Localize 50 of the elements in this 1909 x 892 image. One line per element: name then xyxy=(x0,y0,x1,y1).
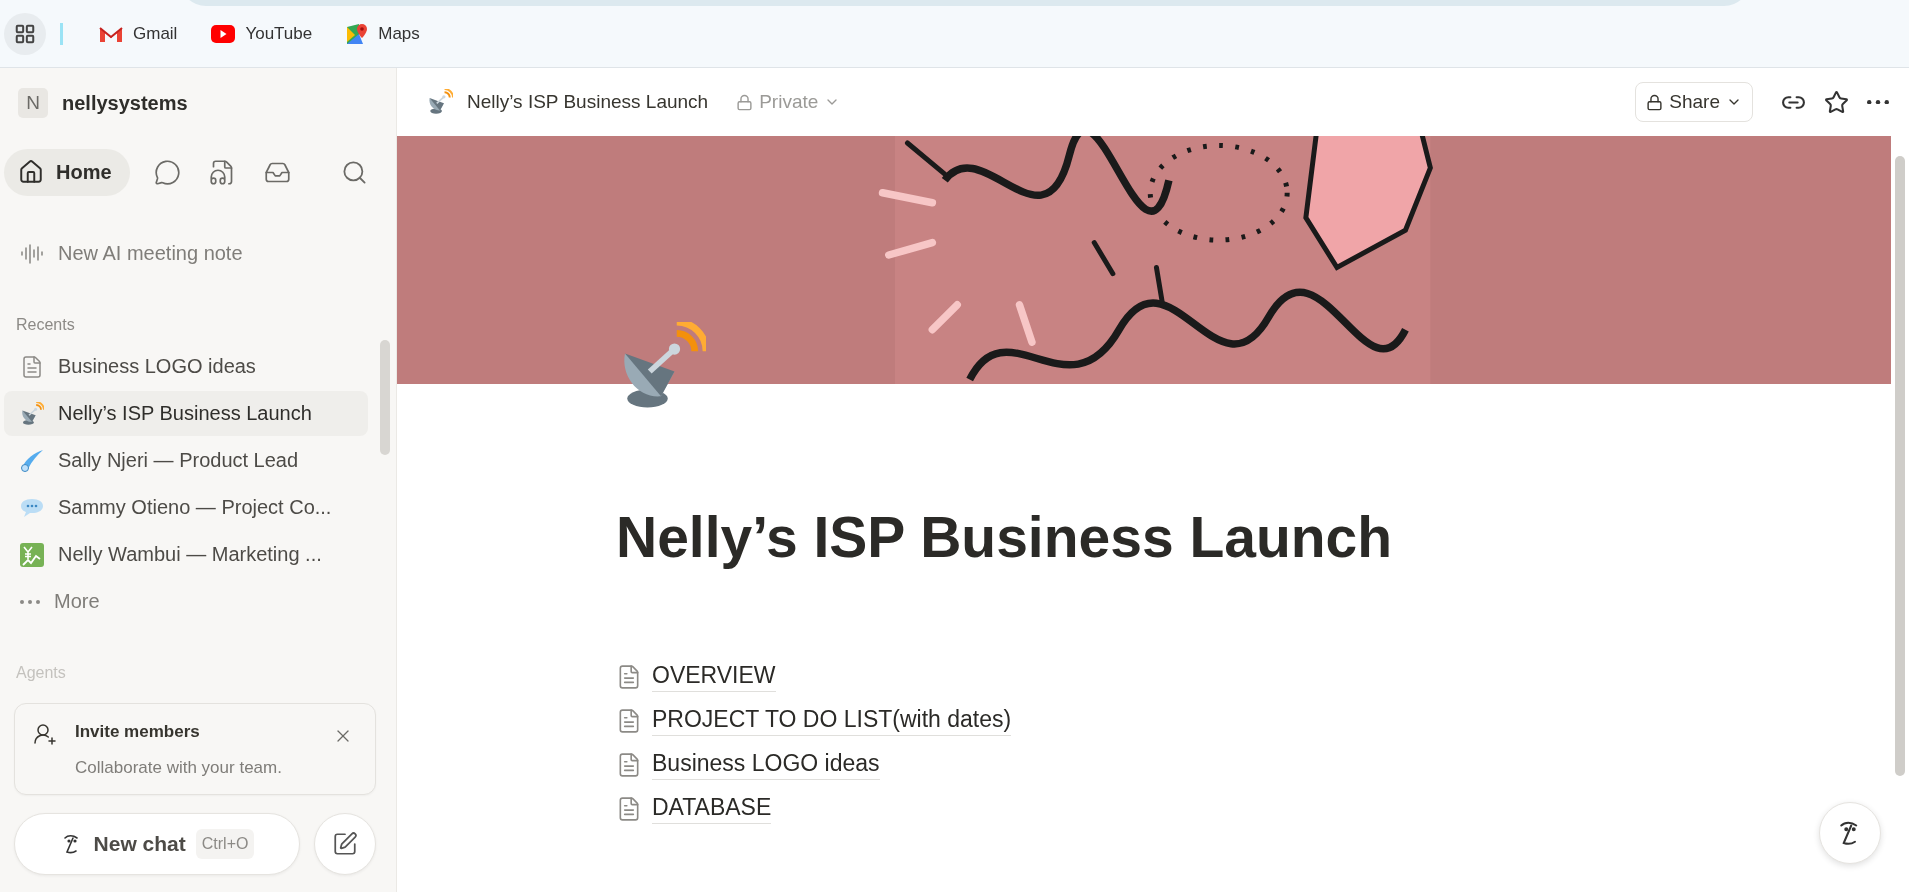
invite-title: Invite members xyxy=(75,722,201,743)
subpage-link[interactable]: Business LOGO ideas xyxy=(652,750,880,780)
play-icon xyxy=(211,24,236,43)
sound-wave-icon xyxy=(20,241,44,266)
section-heading: Recents xyxy=(15,315,76,335)
workspace-name[interactable]: nellysystems xyxy=(62,91,188,115)
bookmark-link[interactable]: Maps xyxy=(334,16,432,51)
grid-icon xyxy=(14,22,36,45)
ellipsis-icon xyxy=(1867,99,1889,105)
new-meeting-note-item[interactable]: New AI meeting note xyxy=(4,231,368,276)
recent-page-item[interactable]: Sammy Otieno — Project Co... xyxy=(4,485,368,530)
lock-icon xyxy=(736,93,754,111)
page-title: Nelly’s ISP Business Launch xyxy=(616,504,1394,570)
bookmark-link[interactable]: YouTube xyxy=(199,17,325,50)
subpage-link[interactable]: PROJECT TO DO LIST(with dates) xyxy=(652,706,1012,736)
lock-icon xyxy=(1646,93,1664,111)
ellipsis-icon xyxy=(20,599,40,604)
subpage-link[interactable]: OVERVIEW xyxy=(652,662,776,692)
bookmark-link[interactable]: Gmail xyxy=(87,17,190,50)
page-icon xyxy=(20,354,44,379)
satellite-dish-icon xyxy=(20,401,44,426)
apps-button[interactable] xyxy=(4,12,46,55)
share-button[interactable]: Share xyxy=(1635,82,1753,122)
new-chat-button[interactable]: New chat Ctrl+O xyxy=(14,813,300,875)
chart-icon xyxy=(20,542,44,567)
invite-subtitle: Collaborate with your team. xyxy=(75,758,283,778)
map-pin-icon xyxy=(346,22,369,45)
shortcut-hint: Ctrl+O xyxy=(195,829,255,859)
breadcrumb-title[interactable]: Nelly’s ISP Business Launch xyxy=(467,91,709,113)
home-icon xyxy=(18,159,44,185)
recent-page-item[interactable]: Nelly’s ISP Business Launch xyxy=(4,391,368,436)
recent-page-item[interactable]: Sally Njeri — Product Lead xyxy=(4,438,368,483)
speech-bubble-icon xyxy=(153,158,181,186)
star-icon xyxy=(1824,89,1849,115)
ai-assistant-button[interactable] xyxy=(1819,802,1881,864)
comet-icon xyxy=(20,448,44,473)
recent-page-item[interactable]: Business LOGO ideas xyxy=(4,344,368,389)
search-icon xyxy=(341,158,368,186)
more-item[interactable]: More xyxy=(4,579,368,624)
recent-page-item[interactable]: Nelly Wambui — Marketing ... xyxy=(4,532,368,577)
mail-icon xyxy=(99,24,123,43)
scrollbar[interactable] xyxy=(1895,156,1905,776)
workspace-avatar[interactable]: N xyxy=(18,88,48,118)
home-button[interactable]: Home xyxy=(4,148,130,196)
subpage-link[interactable]: DATABASE xyxy=(652,794,772,824)
satellite-dish-icon xyxy=(427,89,453,115)
new-page-button[interactable] xyxy=(314,813,376,875)
pen-square-icon xyxy=(332,831,358,857)
scrollbar[interactable] xyxy=(380,340,390,455)
invite-user-icon xyxy=(33,722,57,746)
